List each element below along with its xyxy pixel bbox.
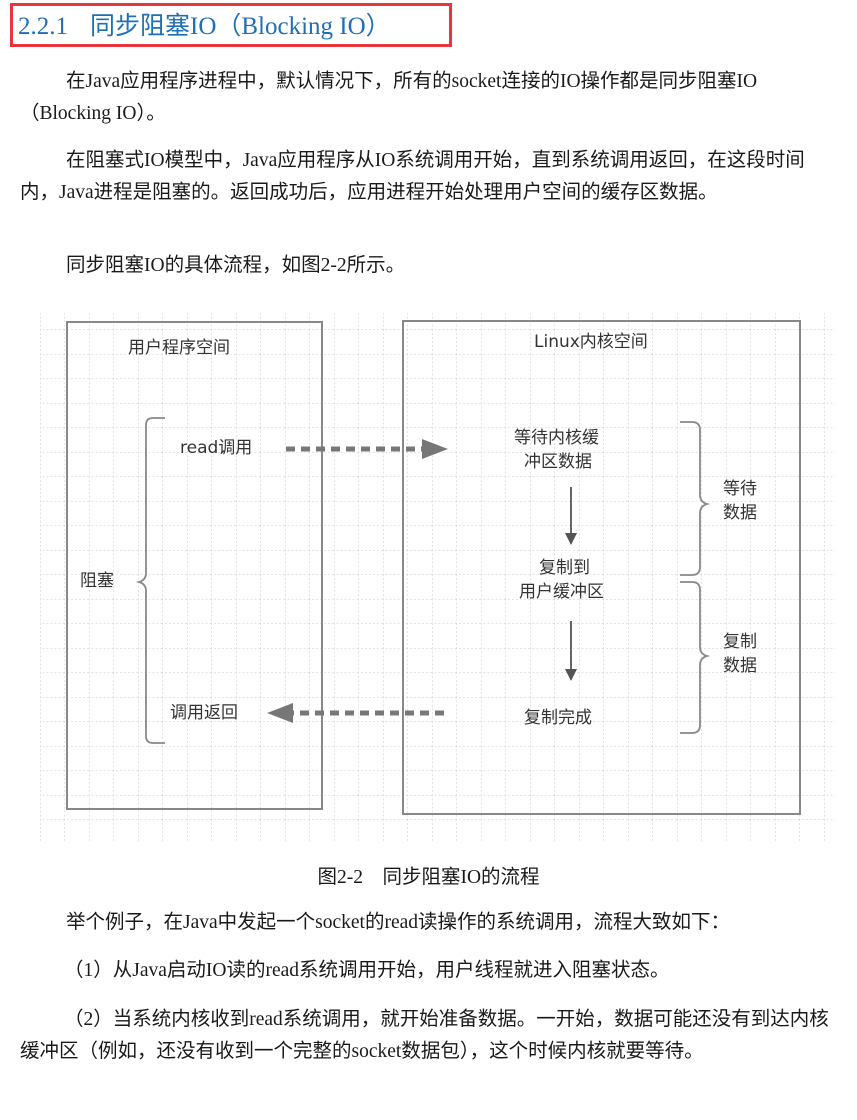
phase-copy-line-1: 复制 (723, 632, 757, 652)
kernel-step-2-line-1: 复制到 (539, 558, 590, 578)
paragraph-3: 同步阻塞IO的具体流程，如图2-2所示。 (66, 255, 406, 276)
section-heading: 2.2.1 同步阻塞IO（Blocking IO） (18, 6, 391, 42)
section-title: 同步阻塞IO（Blocking IO） (90, 13, 391, 40)
figure-caption: 图2-2 同步阻塞IO的流程 (317, 867, 540, 888)
blocking-io-flow-diagram: 用户程序空间 Linux内核空间 阻塞 read调用 调用返回 等待内核缓 冲区… (40, 313, 835, 843)
paragraph-1: 在Java应用程序进程中，默认情况下，所有的socket连接的IO操作都是同步阻… (20, 71, 758, 124)
read-call-label: read调用 (180, 438, 252, 458)
kernel-step-1-line-2: 冲区数据 (524, 452, 592, 472)
kernel-step-3: 复制完成 (524, 708, 592, 728)
phase-copy-line-2: 数据 (723, 656, 757, 676)
blocking-label: 阻塞 (80, 571, 114, 591)
user-space-title: 用户程序空间 (128, 338, 230, 358)
kernel-step-1-line-1: 等待内核缓 (514, 428, 599, 448)
section-number: 2.2.1 (18, 13, 68, 40)
kernel-step-2-line-2: 用户缓冲区 (519, 582, 604, 602)
phase-wait-line-1: 等待 (723, 479, 757, 499)
phase-wait-line-2: 数据 (723, 503, 757, 523)
paragraph-6: （2）当系统内核收到read系统调用，就开始准备数据。一开始，数据可能还没有到达… (20, 1009, 829, 1062)
paragraph-4: 举个例子，在Java中发起一个socket的read读操作的系统调用，流程大致如… (66, 912, 731, 933)
call-return-label: 调用返回 (170, 703, 238, 723)
paragraph-5: （1）从Java启动IO读的read系统调用开始，用户线程就进入阻塞状态。 (64, 960, 670, 981)
kernel-space-title: Linux内核空间 (534, 332, 648, 352)
grid-background (40, 313, 835, 843)
paragraph-2: 在阻塞式IO模型中，Java应用程序从IO系统调用开始，直到系统调用返回，在这段… (20, 150, 805, 203)
